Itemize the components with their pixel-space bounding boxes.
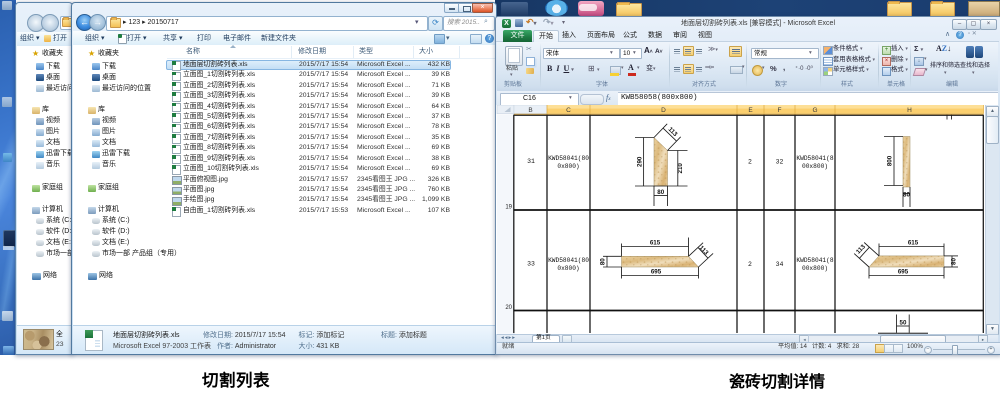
svg-text:KWD58041(8: KWD58041(8	[796, 257, 833, 264]
svg-text:615: 615	[650, 240, 661, 247]
svg-text:2: 2	[748, 261, 752, 268]
svg-text:E: E	[748, 107, 753, 114]
svg-text:80: 80	[600, 258, 607, 265]
svg-text:615: 615	[908, 240, 919, 247]
svg-text:B: B	[528, 107, 532, 114]
svg-text:00x800): 00x800)	[802, 265, 828, 272]
svg-text:H: H	[907, 107, 912, 114]
svg-text:00x800): 00x800)	[802, 163, 828, 170]
svg-text:KWD58041(8: KWD58041(8	[796, 155, 833, 162]
svg-text:31: 31	[527, 158, 535, 165]
svg-text:80: 80	[657, 189, 664, 196]
svg-text:KWD58041(80: KWD58041(80	[548, 155, 589, 162]
svg-text:695: 695	[651, 269, 662, 276]
svg-text:80: 80	[951, 258, 958, 265]
svg-text:KWD58041(80: KWD58041(80	[548, 257, 589, 264]
svg-text:G: G	[812, 107, 817, 114]
svg-text:19: 19	[505, 205, 512, 211]
svg-text:290: 290	[637, 156, 644, 167]
svg-text:0x800): 0x800)	[557, 163, 579, 170]
svg-text:80: 80	[903, 192, 910, 199]
svg-text:2: 2	[748, 159, 752, 166]
svg-text:695: 695	[898, 269, 909, 276]
svg-text:20: 20	[505, 305, 512, 311]
svg-text:50: 50	[900, 320, 907, 327]
svg-text:C: C	[566, 107, 571, 114]
svg-text:32: 32	[776, 159, 784, 166]
svg-text:D: D	[661, 107, 666, 114]
svg-text:34: 34	[776, 261, 784, 268]
svg-text:33: 33	[527, 261, 535, 268]
svg-text:0x800): 0x800)	[557, 265, 579, 272]
svg-text:800: 800	[887, 155, 894, 166]
svg-text:F: F	[778, 107, 782, 114]
svg-text:210: 210	[677, 163, 684, 174]
